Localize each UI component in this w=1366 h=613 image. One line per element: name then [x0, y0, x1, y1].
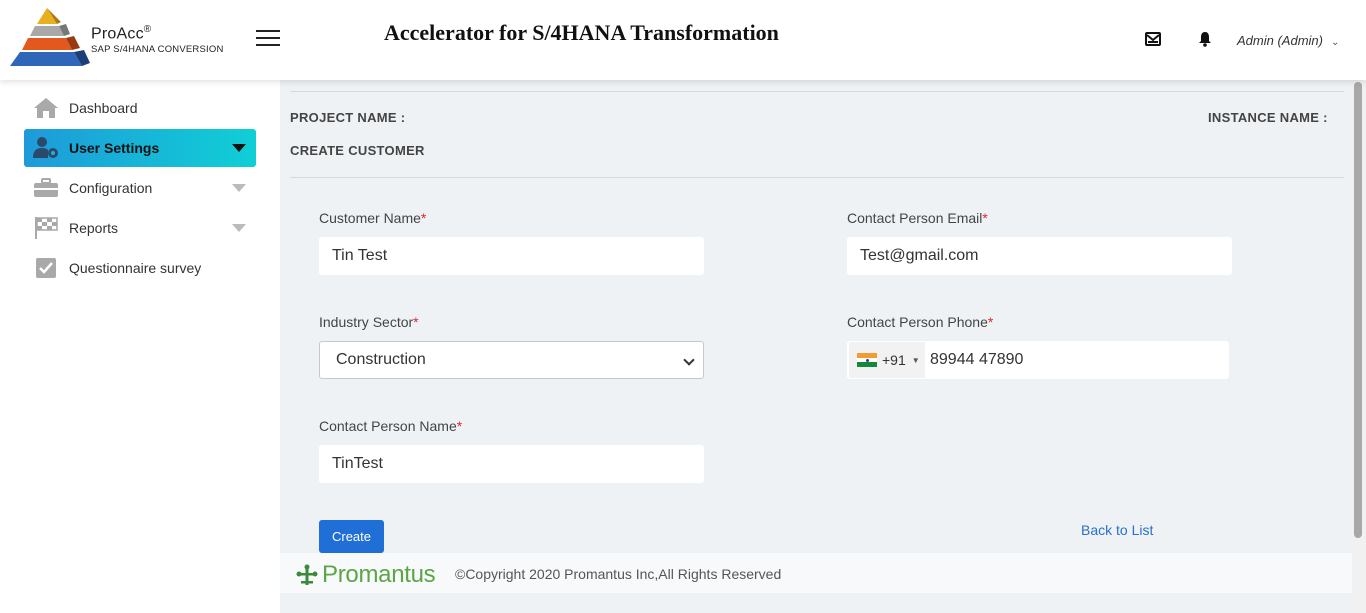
chevron-down-icon: [683, 354, 695, 366]
required-mark: *: [456, 418, 463, 434]
india-flag-icon: [857, 353, 877, 368]
footer-logo: Promantus: [296, 561, 436, 589]
caret-down-icon: [232, 224, 246, 232]
bell-icon[interactable]: [1197, 31, 1215, 49]
bottom-strip: [280, 593, 1352, 613]
checkered-flag-icon: [32, 216, 60, 240]
contact-name-label: Contact Person Name*: [319, 418, 463, 434]
top-header: ProAcc® SAP S/4HANA CONVERSION Accelerat…: [0, 0, 1366, 80]
contact-email-input[interactable]: Test@gmail.com: [847, 237, 1232, 275]
country-code: +91: [882, 352, 906, 368]
required-mark: *: [987, 314, 994, 330]
sidebar-item-label: Dashboard: [69, 100, 138, 116]
sidebar-item-reports[interactable]: Reports: [24, 209, 256, 247]
user-name: Admin (Admin): [1237, 33, 1323, 48]
app-title: Accelerator for S/4HANA Transformation: [384, 20, 779, 45]
phone-number: 89944 47890: [930, 351, 1024, 368]
brand-mark: ®: [143, 24, 152, 35]
contact-name-input[interactable]: TinTest: [319, 445, 704, 483]
sidebar-item-configuration[interactable]: Configuration: [24, 169, 256, 207]
sidebar-item-user-settings[interactable]: User Settings: [24, 129, 256, 167]
industry-sector-select[interactable]: Construction: [319, 341, 704, 379]
sidebar-item-label: User Settings: [69, 140, 160, 156]
caret-down-icon: ▼: [911, 355, 920, 365]
sidebar-item-label: Configuration: [69, 180, 153, 196]
instance-name-label: INSTANCE NAME :: [1208, 110, 1328, 125]
brand-subtitle: SAP S/4HANA CONVERSION: [91, 44, 224, 56]
chevron-down-icon: ⌄: [1330, 37, 1340, 48]
sidebar-item-questionnaire-survey[interactable]: Questionnaire survey: [24, 249, 256, 287]
required-mark: *: [982, 210, 988, 226]
divider: [290, 177, 1344, 178]
industry-sector-label: Industry Sector*: [319, 314, 419, 330]
footer: Promantus ©Copyright 2020 Promantus Inc,…: [280, 553, 1352, 593]
country-code-dropdown[interactable]: +91 ▼: [849, 342, 925, 378]
caret-down-icon: [232, 144, 246, 152]
sidebar-item-dashboard[interactable]: Dashboard: [24, 89, 256, 127]
copyright-text: ©Copyright 2020 Promantus Inc,All Rights…: [455, 566, 782, 582]
scrollbar-thumb[interactable]: [1354, 82, 1362, 538]
footer-logo-text: Promantus: [322, 561, 436, 588]
checkbox-icon: [32, 256, 60, 280]
page-title: CREATE CUSTOMER: [290, 143, 425, 158]
divider: [290, 91, 1344, 92]
scrollbar[interactable]: [1352, 80, 1366, 613]
customer-name-input[interactable]: Tin Test: [319, 237, 704, 275]
brand-name: ProAcc®: [91, 24, 152, 43]
mail-icon[interactable]: [1145, 31, 1163, 49]
sidebar-item-label: Questionnaire survey: [69, 260, 202, 276]
sidebar: Dashboard User Settings Configuration Re…: [0, 80, 280, 613]
main-content: PROJECT NAME : INSTANCE NAME : CREATE CU…: [280, 80, 1352, 553]
brand: ProAcc® SAP S/4HANA CONVERSION: [91, 24, 224, 55]
required-mark: *: [420, 210, 427, 226]
customer-name-label: Customer Name*: [319, 210, 427, 226]
project-name-label: PROJECT NAME :: [290, 110, 406, 125]
contact-phone-input[interactable]: +91 ▼ 89944 47890: [847, 341, 1229, 379]
contact-email-label: Contact Person Email*: [847, 210, 988, 226]
back-to-list-link[interactable]: Back to List: [1081, 522, 1153, 538]
logo-pyramid-icon[interactable]: [4, 6, 90, 70]
caret-down-icon: [232, 184, 246, 192]
user-gear-icon: [32, 136, 60, 160]
required-mark: *: [413, 314, 419, 330]
home-icon: [32, 96, 60, 120]
sidebar-item-label: Reports: [69, 220, 119, 236]
user-menu[interactable]: Admin (Admin) ⌄: [1237, 33, 1339, 48]
promantus-logo-icon: [296, 564, 318, 585]
create-button[interactable]: Create: [319, 520, 384, 553]
contact-phone-label: Contact Person Phone*: [847, 314, 994, 330]
briefcase-icon: [32, 176, 60, 200]
hamburger-menu-icon[interactable]: [256, 30, 280, 48]
